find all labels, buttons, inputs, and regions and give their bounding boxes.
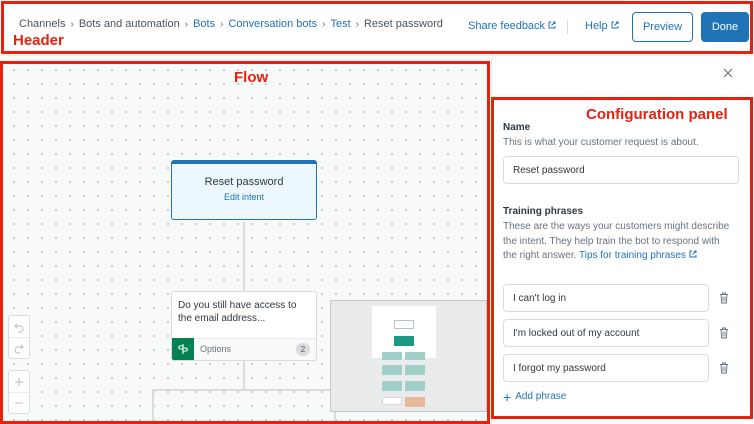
add-phrase-label: Add phrase (515, 391, 567, 402)
minimap-node (405, 397, 425, 407)
redo-icon[interactable] (9, 337, 29, 358)
header-annotation-label: Header (13, 32, 64, 49)
name-field[interactable]: Reset password (503, 156, 739, 184)
training-phrases-label: Training phrases (503, 206, 584, 217)
minimap-node (405, 381, 425, 391)
chevron-right-icon: › (355, 18, 359, 30)
question-node-text: Do you still have access to the email ad… (178, 300, 297, 324)
close-icon[interactable] (719, 64, 737, 82)
options-label: Options (200, 344, 232, 354)
zoom-out-icon[interactable] (9, 392, 29, 413)
tips-for-training-link[interactable]: Tips for training phrases (579, 250, 697, 261)
breadcrumb-channels[interactable]: Channels (19, 18, 65, 30)
trash-icon[interactable] (717, 290, 731, 306)
help-label: Help (585, 20, 608, 32)
minimap-node (394, 336, 414, 346)
chevron-right-icon: › (220, 18, 224, 30)
header-divider (567, 20, 568, 34)
history-toolbar (8, 315, 30, 359)
plus-icon: + (503, 388, 512, 405)
panel-top-bar (491, 57, 754, 96)
minimap[interactable] (330, 300, 487, 412)
configuration-panel-annotation-label: Configuration panel (586, 106, 728, 123)
intent-node[interactable]: Reset password Edit intent (171, 160, 317, 220)
done-button[interactable]: Done (701, 12, 749, 42)
flow-connector (243, 361, 245, 391)
minimap-node (382, 365, 402, 375)
minimap-node (405, 352, 425, 360)
external-link-icon (689, 250, 697, 258)
intent-node-title: Reset password (204, 176, 284, 188)
breadcrumb-test[interactable]: Test (330, 18, 350, 30)
zoom-toolbar (8, 370, 30, 414)
question-node-footer: Options 2 (172, 338, 316, 360)
preview-button[interactable]: Preview (632, 12, 693, 42)
header: Channels › Bots and automation › Bots › … (0, 0, 754, 56)
flow-annotation-label: Flow (234, 69, 269, 86)
options-icon (172, 338, 194, 360)
flow-canvas[interactable]: Reset password Edit intent Do you still … (0, 58, 490, 424)
flow-connector (152, 389, 154, 424)
breadcrumb: Channels › Bots and automation › Bots › … (19, 18, 443, 30)
training-phrase-input[interactable]: I forgot my password (503, 354, 709, 382)
minimap-node (382, 381, 402, 391)
name-hint: This is what your customer request is ab… (503, 137, 699, 148)
share-feedback-label: Share feedback (468, 20, 546, 32)
minimap-node (405, 365, 425, 375)
breadcrumb-current-page: Reset password (363, 18, 443, 30)
help-link[interactable]: Help (585, 20, 619, 32)
zoom-in-icon[interactable] (9, 371, 29, 392)
minimap-viewport[interactable] (372, 306, 436, 358)
trash-icon[interactable] (717, 360, 731, 376)
share-feedback-link[interactable]: Share feedback (468, 20, 556, 32)
minimap-node (394, 320, 414, 329)
undo-icon[interactable] (9, 316, 29, 337)
flow-connector (243, 222, 245, 291)
flow-connector (152, 389, 342, 391)
chevron-right-icon: › (322, 18, 326, 30)
minimap-node (382, 397, 402, 405)
tips-link-label: Tips for training phrases (578, 250, 686, 261)
training-phrases-hint: These are the ways your customers might … (503, 220, 735, 264)
training-phrase-input[interactable]: I'm locked out of my account (503, 319, 709, 347)
external-link-icon (611, 20, 619, 32)
edit-intent-link[interactable]: Edit intent (172, 192, 316, 202)
external-link-icon (548, 20, 556, 32)
minimap-node (382, 352, 402, 360)
chevron-right-icon: › (184, 18, 189, 30)
training-phrase-input[interactable]: I can't log in (503, 284, 709, 312)
chevron-right-icon: › (70, 18, 74, 30)
breadcrumb-conversation-bots[interactable]: Conversation bots (228, 18, 317, 30)
question-node[interactable]: Do you still have access to the email ad… (171, 291, 317, 361)
name-label: Name (503, 122, 531, 133)
add-phrase-button[interactable]: + Add phrase (503, 388, 567, 405)
options-count-badge: 2 (296, 343, 310, 356)
trash-icon[interactable] (717, 325, 731, 341)
breadcrumb-bots[interactable]: Bots (193, 18, 215, 30)
breadcrumb-bots-and-automation[interactable]: Bots and automation (79, 18, 180, 30)
